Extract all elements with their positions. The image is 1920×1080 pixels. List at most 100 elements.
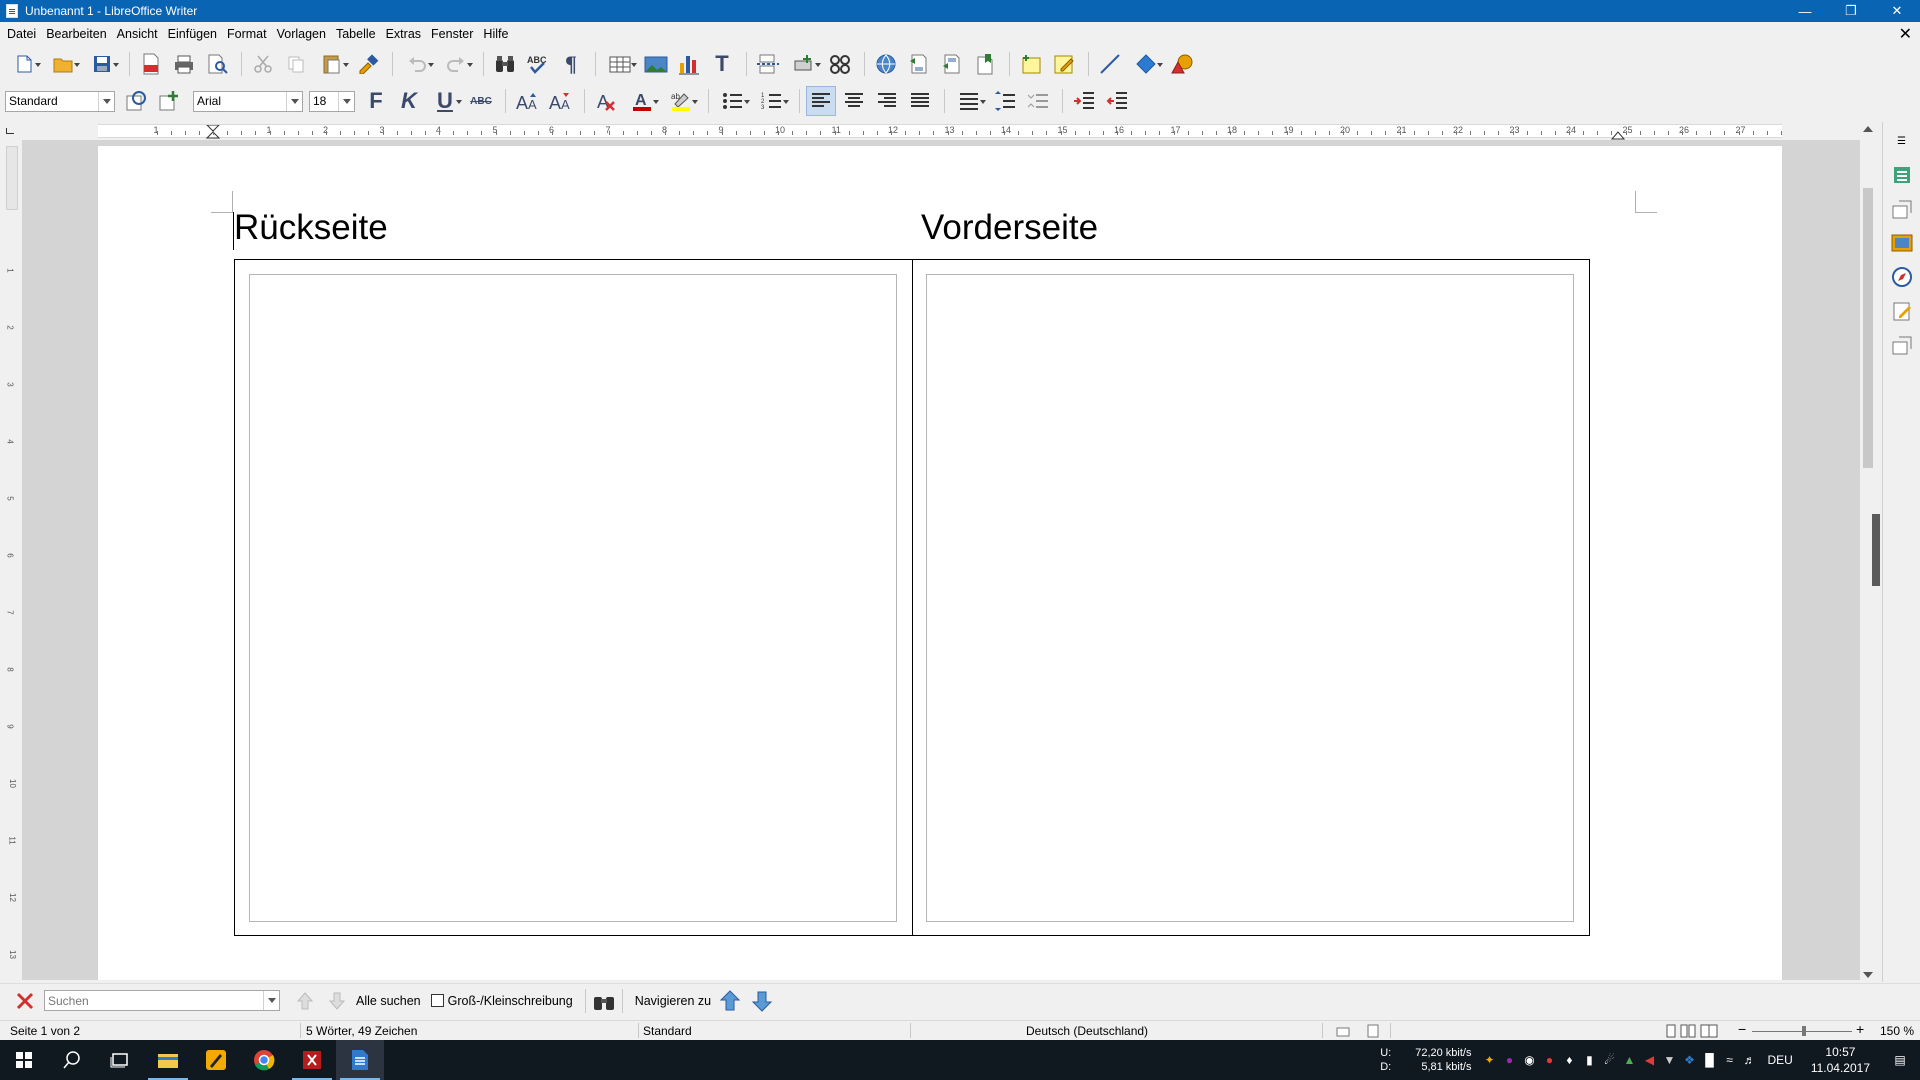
zoom-level[interactable]: 150 %: [1880, 1024, 1914, 1038]
find-replace-binoculars-icon[interactable]: [592, 990, 616, 1012]
undo-button[interactable]: [399, 49, 435, 79]
find-previous-icon[interactable]: [292, 990, 318, 1012]
search-input[interactable]: Suchen: [44, 990, 280, 1011]
scroll-down-icon[interactable]: [1863, 972, 1873, 978]
document-modified-icon[interactable]: [1366, 1024, 1380, 1038]
multi-page-view-icon[interactable]: [1680, 1024, 1696, 1038]
menu-ansicht[interactable]: Ansicht: [112, 27, 163, 41]
insert-mode-icon[interactable]: [1336, 1024, 1350, 1038]
input-language[interactable]: DEU: [1767, 1053, 1792, 1067]
action-center-icon[interactable]: ▤: [1880, 1040, 1920, 1080]
zoom-out-icon[interactable]: −: [1738, 1021, 1746, 1037]
increase-paragraph-spacing-button[interactable]: [990, 86, 1020, 116]
chevron-down-icon[interactable]: [98, 91, 114, 111]
app-tray-icon[interactable]: ▼: [1659, 1040, 1679, 1080]
find-next-icon[interactable]: [324, 990, 350, 1012]
taskbar-file-explorer[interactable]: [144, 1040, 192, 1080]
insert-endnote-button[interactable]: [937, 49, 967, 79]
heading-vorderseite[interactable]: Vorderseite: [921, 208, 1098, 248]
app-tray-icon[interactable]: █: [1699, 1040, 1719, 1080]
page[interactable]: Rückseite Vorderseite: [98, 146, 1782, 980]
right-frame[interactable]: [926, 274, 1574, 922]
vertical-ruler[interactable]: 1 2 3 4 5 6 7 8 9 10 11 12 13: [6, 140, 20, 980]
decrease-paragraph-spacing-button[interactable]: [1023, 86, 1053, 116]
insert-hyperlink-button[interactable]: [871, 49, 901, 79]
task-view-button[interactable]: [96, 1040, 144, 1080]
insert-image-button[interactable]: [641, 49, 671, 79]
sidebar-collapse-handle[interactable]: [1872, 514, 1880, 586]
basic-shapes-button[interactable]: [1128, 49, 1164, 79]
font-name-combo[interactable]: Arial: [193, 90, 303, 112]
sidebar-manage-changes-button[interactable]: [1887, 296, 1917, 326]
paragraph-style-combo[interactable]: Standard: [5, 90, 115, 112]
app-tray-icon[interactable]: ♦: [1559, 1040, 1579, 1080]
book-view-icon[interactable]: [1700, 1024, 1718, 1038]
app-tray-icon[interactable]: ●: [1539, 1040, 1559, 1080]
insert-footnote-button[interactable]: [904, 49, 934, 79]
scrollbar-thumb[interactable]: [1863, 188, 1873, 468]
italic-button[interactable]: K: [394, 86, 424, 116]
volume-icon[interactable]: ♬: [1739, 1040, 1759, 1080]
sidebar-styles-button[interactable]: [1887, 194, 1917, 224]
unordered-list-button[interactable]: [715, 86, 751, 116]
redo-button[interactable]: [438, 49, 474, 79]
taskbar-app-pen[interactable]: [192, 1040, 240, 1080]
font-color-button[interactable]: A: [624, 86, 660, 116]
sidebar-menu-button[interactable]: ☰: [1887, 126, 1917, 156]
menu-vorlagen[interactable]: Vorlagen: [272, 27, 331, 41]
horizontal-ruler[interactable]: 1 1 2 3 4 5 6 7 8 9 10 11 12 13 14 15 16 17 18 19 20 21 22 23 24…: [98, 124, 1782, 140]
decrease-indent-button[interactable]: [1102, 86, 1132, 116]
sidebar-page-button[interactable]: [1887, 330, 1917, 360]
increase-indent-button[interactable]: [1069, 86, 1099, 116]
underline-button[interactable]: U: [427, 86, 463, 116]
taskbar-libreoffice-writer[interactable]: [336, 1040, 384, 1080]
find-replace-button[interactable]: [490, 49, 520, 79]
page-style[interactable]: Standard: [643, 1024, 692, 1038]
app-tray-icon[interactable]: ◀: [1639, 1040, 1659, 1080]
shrink-font-button[interactable]: AA: [545, 86, 575, 116]
restore-icon[interactable]: ❐: [1828, 0, 1874, 22]
chevron-down-icon[interactable]: [338, 91, 354, 111]
insert-field-button[interactable]: [786, 49, 822, 79]
start-button[interactable]: [0, 1040, 48, 1080]
save-button[interactable]: [84, 49, 120, 79]
paste-button[interactable]: [314, 49, 350, 79]
insert-bookmark-button[interactable]: [970, 49, 1000, 79]
chevron-down-icon[interactable]: [263, 991, 279, 1010]
print-preview-button[interactable]: [202, 49, 232, 79]
menu-datei[interactable]: Datei: [2, 27, 41, 41]
left-frame[interactable]: [249, 274, 897, 922]
insert-textbox-button[interactable]: T: [707, 49, 737, 79]
update-style-button[interactable]: [121, 86, 151, 116]
sidebar-properties-button[interactable]: [1887, 160, 1917, 190]
chevron-down-icon[interactable]: [286, 91, 302, 111]
navigate-to-label[interactable]: Navigieren zu: [635, 994, 711, 1008]
print-button[interactable]: [169, 49, 199, 79]
line-spacing-button[interactable]: [951, 86, 987, 116]
heading-rueckseite[interactable]: Rückseite: [234, 208, 388, 248]
menu-tabelle[interactable]: Tabelle: [331, 27, 381, 41]
word-count[interactable]: 5 Wörter, 49 Zeichen: [306, 1024, 417, 1038]
usb-tray-icon[interactable]: ▮: [1579, 1040, 1599, 1080]
steam-tray-icon[interactable]: ☄: [1599, 1040, 1619, 1080]
align-left-button[interactable]: [806, 86, 836, 116]
formatting-marks-button[interactable]: ¶: [556, 49, 586, 79]
zoom-slider-knob[interactable]: [1802, 1026, 1806, 1036]
wifi-icon[interactable]: ≈: [1719, 1040, 1739, 1080]
insert-line-button[interactable]: [1095, 49, 1125, 79]
close-icon[interactable]: ✕: [1874, 0, 1920, 22]
menu-hilfe[interactable]: Hilfe: [478, 27, 513, 41]
draw-functions-button[interactable]: [1167, 49, 1197, 79]
bold-button[interactable]: F: [361, 86, 391, 116]
zoom-in-icon[interactable]: +: [1856, 1021, 1864, 1037]
app-tray-icon[interactable]: ●: [1499, 1040, 1519, 1080]
taskbar-app-red[interactable]: [288, 1040, 336, 1080]
scroll-up-icon[interactable]: [1863, 126, 1873, 132]
insert-chart-button[interactable]: [674, 49, 704, 79]
font-size-combo[interactable]: 18: [309, 90, 355, 112]
track-changes-button[interactable]: [1049, 49, 1079, 79]
page-count[interactable]: Seite 1 von 2: [10, 1024, 80, 1038]
sidebar-navigator-button[interactable]: [1887, 262, 1917, 292]
language[interactable]: Deutsch (Deutschland): [1026, 1024, 1148, 1038]
ordered-list-button[interactable]: 123: [754, 86, 790, 116]
